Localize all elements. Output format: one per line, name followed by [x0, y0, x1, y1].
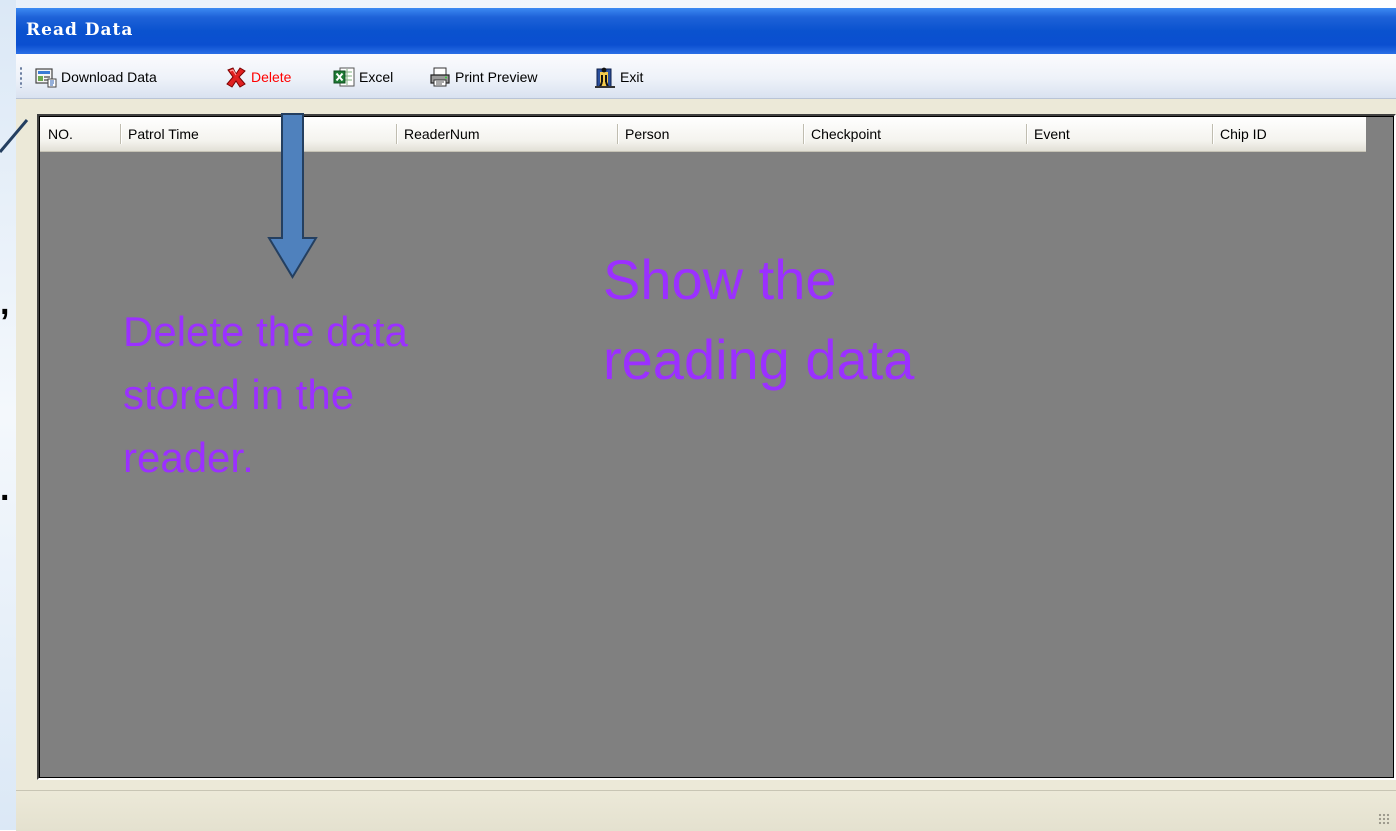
window-title: Read Data	[26, 20, 134, 40]
title-bar[interactable]: Read Data	[16, 8, 1396, 54]
exit-label: Exit	[620, 69, 644, 85]
delete-annotation-line: reader.	[123, 434, 254, 481]
delete-annotation-line: Delete the data	[123, 308, 408, 355]
delete-annotation: Delete the data stored in the reader.	[123, 300, 543, 489]
download-data-label: Download Data	[61, 69, 157, 85]
slide-edge-decoration: , .	[0, 0, 16, 830]
delete-annotation-line: stored in the	[123, 371, 355, 418]
download-data-button[interactable]: Download Data	[34, 64, 157, 90]
column-header-chip-id[interactable]: Chip ID	[1212, 117, 1366, 151]
show-data-annotation: Show the reading data	[603, 240, 1123, 400]
column-header-readernum[interactable]: ReaderNum	[396, 117, 617, 151]
excel-button[interactable]: Excel	[332, 64, 393, 90]
column-header-checkpoint[interactable]: Checkpoint	[803, 117, 1026, 151]
delete-button[interactable]: Delete	[224, 64, 291, 90]
show-annotation-line: Show the	[603, 248, 837, 311]
grid-header-row: NO. Patrol Time ReaderNum Person Checkpo…	[40, 117, 1366, 152]
show-annotation-line: reading data	[603, 328, 915, 391]
slide-edge-glyph: .	[0, 470, 10, 508]
print-preview-label: Print Preview	[455, 69, 538, 85]
exit-button[interactable]: Exit	[593, 64, 643, 90]
column-header-person[interactable]: Person	[617, 117, 803, 151]
exit-door-icon	[593, 65, 617, 89]
delete-x-icon	[224, 65, 248, 89]
printer-icon	[428, 65, 452, 89]
column-header-patrol-time[interactable]: Patrol Time	[120, 117, 396, 151]
excel-label: Excel	[359, 69, 394, 85]
download-data-icon	[34, 65, 58, 89]
delete-label: Delete	[251, 69, 292, 85]
slide-edge-glyph: ,	[0, 284, 10, 322]
column-header-event[interactable]: Event	[1026, 117, 1212, 151]
column-header-no[interactable]: NO.	[40, 117, 120, 151]
print-preview-button[interactable]: Print Preview	[428, 64, 537, 90]
toolbar: Download Data Delete Excel Print Preview…	[16, 54, 1396, 99]
toolbar-grip[interactable]	[19, 66, 23, 88]
resize-grip[interactable]	[1378, 813, 1390, 825]
excel-icon	[332, 65, 356, 89]
status-bar	[16, 790, 1396, 831]
